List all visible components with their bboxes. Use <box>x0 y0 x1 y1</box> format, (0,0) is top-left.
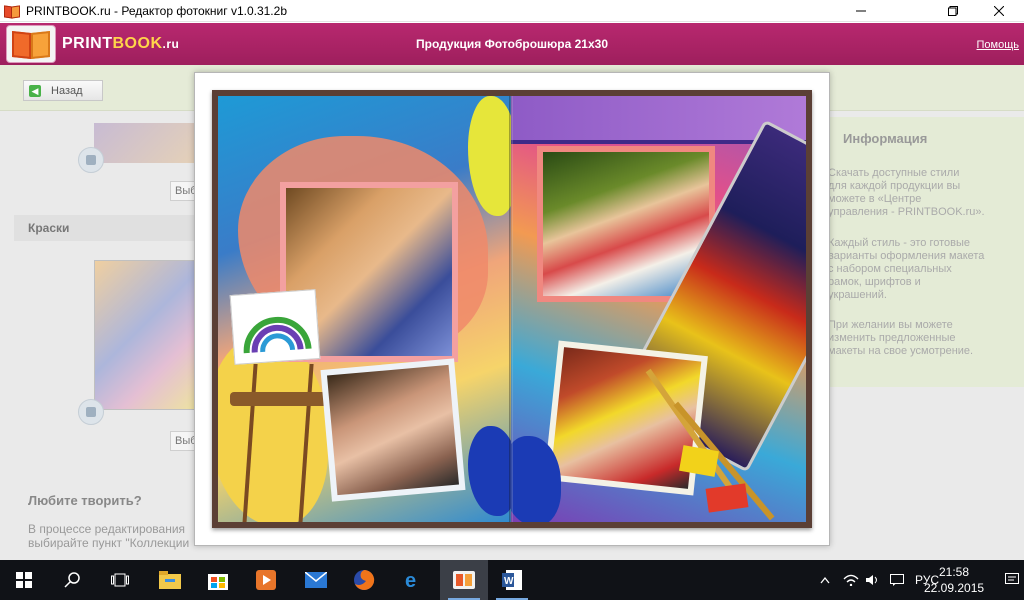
info-line: Каждый стиль - это готовые <box>828 237 971 249</box>
info-paragraph: Скачать доступные стили для каждой проду… <box>828 167 1018 219</box>
store-icon <box>208 574 228 590</box>
paint-splash <box>468 96 511 216</box>
easel-canvas <box>229 289 321 365</box>
search-icon <box>64 572 80 588</box>
info-paragraph: Каждый стиль - это готовые варианты офор… <box>828 237 1018 302</box>
back-button[interactable]: ◀ Назад <box>23 80 103 101</box>
hint-text: В процессе редактирования выбирайте пунк… <box>28 522 208 550</box>
taskbar-firefox[interactable] <box>340 560 388 600</box>
maximize-button[interactable] <box>930 0 976 22</box>
info-paragraph: При желании вы можете изменить предложен… <box>828 319 1018 358</box>
section-title: Краски <box>14 215 200 241</box>
book-spine <box>509 96 513 522</box>
app-header: PRINTBOOK.ru Продукция Фотоброшюра 21х30… <box>0 23 1024 65</box>
style-thumbnail-paints[interactable] <box>94 260 198 410</box>
tray-notifications[interactable] <box>886 560 908 600</box>
hint-line: выбирайте пункт "Коллекции <box>28 536 190 550</box>
svg-text:e: e <box>405 570 416 590</box>
info-line: изменить предложенные <box>828 332 956 344</box>
page-title: Продукция Фотоброшюра 21х30 <box>415 37 608 51</box>
action-center-icon <box>1005 573 1019 584</box>
edge-icon: e <box>405 570 416 590</box>
easel-legs <box>242 364 314 522</box>
taskbar-printbook[interactable] <box>440 560 488 600</box>
minimize-button[interactable] <box>838 0 884 22</box>
info-line: можете в «Центре <box>828 193 922 205</box>
windows-taskbar: e W РУС 21:58 22.09.2015 <box>0 560 1024 600</box>
clock-time: 21:58 <box>938 565 970 579</box>
hint-title: Любите творить? <box>28 493 142 508</box>
tray-overflow-button[interactable] <box>814 560 836 600</box>
close-icon <box>994 6 1004 16</box>
printbook-app-icon <box>453 571 475 589</box>
easel-shelf <box>230 392 330 406</box>
style-preview-modal[interactable] <box>194 72 830 546</box>
windows-start-icon <box>16 572 32 588</box>
clock-date: 22.09.2015 <box>924 581 985 595</box>
style-thumbnail[interactable] <box>94 123 204 163</box>
start-button[interactable] <box>0 560 48 600</box>
maximize-icon <box>948 6 958 16</box>
style-list-panel: Выб Краски Выб Любите творить? В процесс… <box>14 115 204 560</box>
svg-text:W: W <box>504 576 514 587</box>
close-button[interactable] <box>976 0 1022 22</box>
search-button[interactable] <box>48 560 96 600</box>
taskbar-media-player[interactable] <box>242 560 290 600</box>
right-page <box>511 96 806 522</box>
wifi-icon <box>843 574 859 586</box>
back-arrow-icon: ◀ <box>29 84 41 97</box>
hint-line: В процессе редактирования <box>28 522 186 536</box>
task-view-icon <box>111 573 129 587</box>
tray-volume[interactable] <box>862 560 884 600</box>
photo-man-portrait <box>327 364 459 496</box>
help-link[interactable]: Помощь <box>977 39 1020 51</box>
printbook-app-icon <box>4 4 20 18</box>
window-title: PRINTBOOK.ru - Редактор фотокниг v1.0.31… <box>26 3 287 18</box>
action-center-button[interactable] <box>1000 560 1024 600</box>
photo-frame <box>320 358 466 502</box>
word-icon: W <box>502 570 522 590</box>
info-line: Скачать доступные стили <box>828 167 960 179</box>
task-view-button[interactable] <box>96 560 144 600</box>
photobook-spread-preview <box>212 90 812 528</box>
tray-clock[interactable]: 21:58 22.09.2015 <box>924 564 984 596</box>
back-button-label: Назад <box>51 84 83 97</box>
paint-tube <box>705 483 749 513</box>
file-explorer-icon <box>159 571 181 589</box>
chat-icon <box>890 574 904 586</box>
info-title: Информация <box>843 131 928 146</box>
paint-splash <box>468 426 511 516</box>
chevron-up-icon <box>820 576 830 584</box>
taskbar-store[interactable] <box>194 560 242 600</box>
window-title-bar: PRINTBOOK.ru - Редактор фотокниг v1.0.31… <box>0 0 1024 22</box>
volume-icon <box>866 575 877 585</box>
taskbar-word[interactable]: W <box>488 560 536 600</box>
info-line: с набором специальных <box>828 263 952 275</box>
info-line: варианты оформления макета <box>828 250 985 262</box>
left-page <box>218 96 511 522</box>
firefox-icon <box>354 569 375 590</box>
info-line: украшений. <box>828 289 887 301</box>
zoom-icon[interactable] <box>78 399 104 425</box>
info-line: макеты на свое усмотрение. <box>828 345 974 357</box>
taskbar-edge[interactable]: e <box>390 560 438 600</box>
taskbar-file-explorer[interactable] <box>146 560 194 600</box>
taskbar-mail[interactable] <box>292 560 340 600</box>
tray-wifi[interactable] <box>840 560 862 600</box>
info-line: управления - PRINTBOOK.ru». <box>828 206 985 218</box>
minimize-icon <box>856 10 866 12</box>
info-line: рамок, шрифтов и <box>828 276 921 288</box>
info-line: для каждой продукции вы <box>828 180 961 192</box>
zoom-icon[interactable] <box>78 147 104 173</box>
info-panel: Информация Скачать доступные стили для к… <box>828 117 1024 387</box>
rainbow-drawing-icon <box>243 316 312 354</box>
mail-icon <box>305 572 327 588</box>
media-player-icon <box>256 570 276 590</box>
info-line: При желании вы можете <box>828 319 953 331</box>
